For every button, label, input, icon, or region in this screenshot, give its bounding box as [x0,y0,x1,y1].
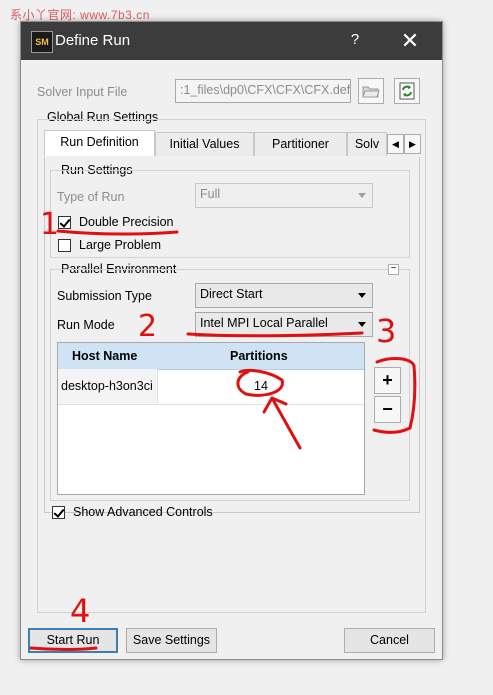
bracket-add-remove [372,357,417,434]
annotation-3: 3 [376,312,396,350]
underline-double-precision [56,229,179,236]
arrow-to-partitions [262,396,302,450]
annotation-4: 4 [70,592,90,630]
annotation-2: 2 [138,309,157,344]
circle-partitions [236,368,284,397]
annotation-overlay: 1 2 3 4 [29,207,417,651]
underline-run-mode [186,331,364,338]
underline-start-run [29,646,98,651]
annotation-1: 1 [40,207,59,242]
